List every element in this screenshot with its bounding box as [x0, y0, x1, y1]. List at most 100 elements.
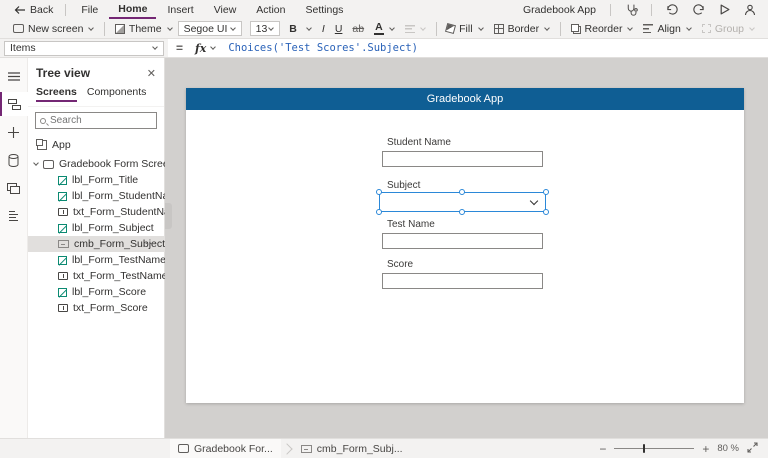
strikethrough-button[interactable]: ab	[347, 19, 369, 38]
combobox-icon	[58, 240, 69, 248]
tab-screens[interactable]: Screens	[36, 86, 77, 102]
field-label-subject[interactable]: Subject	[387, 180, 420, 191]
menu-item-home[interactable]: Home	[109, 0, 156, 19]
fill-button[interactable]: Fill	[441, 19, 488, 38]
field-label-test-name[interactable]: Test Name	[387, 219, 435, 230]
selection-handle[interactable]	[459, 189, 465, 195]
selection-handle[interactable]	[543, 209, 549, 215]
redo-icon[interactable]	[688, 2, 708, 18]
tree-search-box[interactable]	[35, 112, 157, 129]
selection-handle[interactable]	[376, 189, 382, 195]
search-input[interactable]	[50, 115, 140, 126]
chevron-down-icon	[268, 25, 274, 31]
tree-item-label: txt_Form_TestName	[73, 270, 168, 282]
align-label: Align	[657, 23, 680, 35]
theme-button[interactable]: Theme	[110, 19, 178, 38]
screen-icon	[178, 444, 189, 453]
menu-item-insert[interactable]: Insert	[158, 0, 202, 19]
font-family-value: Segoe UI	[184, 23, 228, 35]
tree-item-lbl-form-testname[interactable]: lbl_Form_TestName	[28, 252, 164, 268]
selection-handle[interactable]	[376, 209, 382, 215]
group-icon	[702, 24, 711, 33]
panel-collapse-handle[interactable]	[165, 203, 172, 229]
test-name-input[interactable]	[382, 233, 543, 249]
tree-view-rail-icon[interactable]	[0, 92, 28, 116]
tree-item-txt-form-score[interactable]: txt_Form_Score	[28, 300, 164, 316]
tree-item-app[interactable]: App	[28, 137, 164, 153]
app-screen[interactable]: Gradebook App Student Name Subject Test …	[186, 88, 744, 403]
breadcrumb-screen[interactable]: Gradebook For...	[170, 439, 281, 458]
close-icon[interactable]: ✕	[147, 67, 156, 80]
reorder-button[interactable]: Reorder	[566, 19, 639, 38]
underline-button[interactable]: U	[330, 19, 348, 38]
divider	[610, 4, 611, 16]
bold-button[interactable]: B	[280, 19, 317, 38]
new-screen-button[interactable]: New screen	[8, 19, 99, 38]
tree-item-screen[interactable]: Gradebook Form Screen	[28, 156, 164, 172]
font-color-button[interactable]: A	[369, 19, 400, 38]
border-button[interactable]: Border	[489, 19, 556, 38]
zoom-slider-handle[interactable]	[643, 444, 645, 453]
undo-icon[interactable]	[662, 2, 682, 18]
formula-input[interactable]: Choices('Test Scores'.Subject)	[220, 39, 418, 57]
student-name-input[interactable]	[382, 151, 543, 167]
tab-components[interactable]: Components	[87, 86, 147, 102]
data-sources-icon[interactable]	[0, 148, 28, 172]
menu-item-settings[interactable]: Settings	[296, 0, 352, 19]
insert-plus-icon[interactable]	[0, 120, 28, 144]
menu-item-file[interactable]: File	[72, 0, 107, 19]
tree-item-txt-form-studentname[interactable]: txt_Form_StudentName	[28, 204, 164, 220]
breadcrumb-control[interactable]: cmb_Form_Subj...	[293, 439, 411, 458]
text-align-icon	[405, 25, 415, 33]
font-color-icon: A	[374, 22, 384, 35]
bold-icon: B	[285, 23, 301, 35]
collapse-menu-icon[interactable]	[0, 64, 28, 88]
field-label-score[interactable]: Score	[387, 259, 413, 270]
border-label: Border	[508, 23, 540, 35]
selection-handle[interactable]	[543, 189, 549, 195]
share-person-icon[interactable]	[740, 2, 760, 18]
align-button[interactable]: Align	[638, 19, 696, 38]
canvas-area: Gradebook App Student Name Subject Test …	[165, 58, 768, 438]
fx-button[interactable]: fx	[191, 39, 220, 57]
app-checker-icon[interactable]	[621, 2, 641, 18]
zoom-slider[interactable]	[614, 448, 694, 449]
tree-item-cmb-form-subject[interactable]: cmb_Form_Subject ···	[28, 236, 164, 252]
zoom-out-icon[interactable]: −	[599, 444, 606, 454]
font-family-select[interactable]: Segoe UI	[178, 21, 242, 36]
group-button[interactable]: Group	[697, 19, 760, 38]
zoom-in-icon[interactable]: +	[702, 444, 709, 454]
theme-icon	[115, 24, 125, 34]
theme-label: Theme	[129, 23, 162, 35]
field-label-student-name[interactable]: Student Name	[387, 137, 451, 148]
italic-button[interactable]: I	[317, 19, 330, 38]
fit-to-window-icon[interactable]	[747, 442, 758, 456]
text-align-button[interactable]	[400, 19, 431, 38]
more-icon[interactable]: ···	[145, 237, 159, 249]
tree-view-title: Tree view	[36, 66, 90, 80]
back-button[interactable]: Back	[8, 0, 59, 19]
tree-item-txt-form-testname[interactable]: txt_Form_TestName	[28, 268, 164, 284]
media-icon[interactable]	[0, 176, 28, 200]
property-value: Items	[10, 42, 36, 54]
tree-item-lbl-form-studentname[interactable]: lbl_Form_StudentName	[28, 188, 164, 204]
menu-item-action[interactable]: Action	[247, 0, 294, 19]
tree-item-lbl-form-title[interactable]: lbl_Form_Title	[28, 172, 164, 188]
chevron-down-icon	[420, 25, 426, 31]
back-arrow-icon	[14, 5, 26, 15]
subject-combobox[interactable]	[379, 192, 546, 212]
advanced-tools-icon[interactable]	[0, 204, 28, 228]
strikethrough-icon: ab	[352, 23, 364, 35]
font-size-select[interactable]: 13	[250, 21, 281, 36]
selection-handle[interactable]	[459, 209, 465, 215]
screen-title-bar[interactable]: Gradebook App	[186, 88, 744, 110]
tree-item-lbl-form-score[interactable]: lbl_Form_Score	[28, 284, 164, 300]
chevron-down-icon	[628, 25, 634, 31]
preview-play-icon[interactable]	[714, 2, 734, 18]
menu-item-view[interactable]: View	[205, 0, 246, 19]
breadcrumb-separator-icon	[281, 443, 292, 454]
tree-item-lbl-form-subject[interactable]: lbl_Form_Subject	[28, 220, 164, 236]
property-selector[interactable]: Items	[4, 41, 164, 56]
score-input[interactable]	[382, 273, 543, 289]
text-input-icon	[58, 272, 68, 280]
